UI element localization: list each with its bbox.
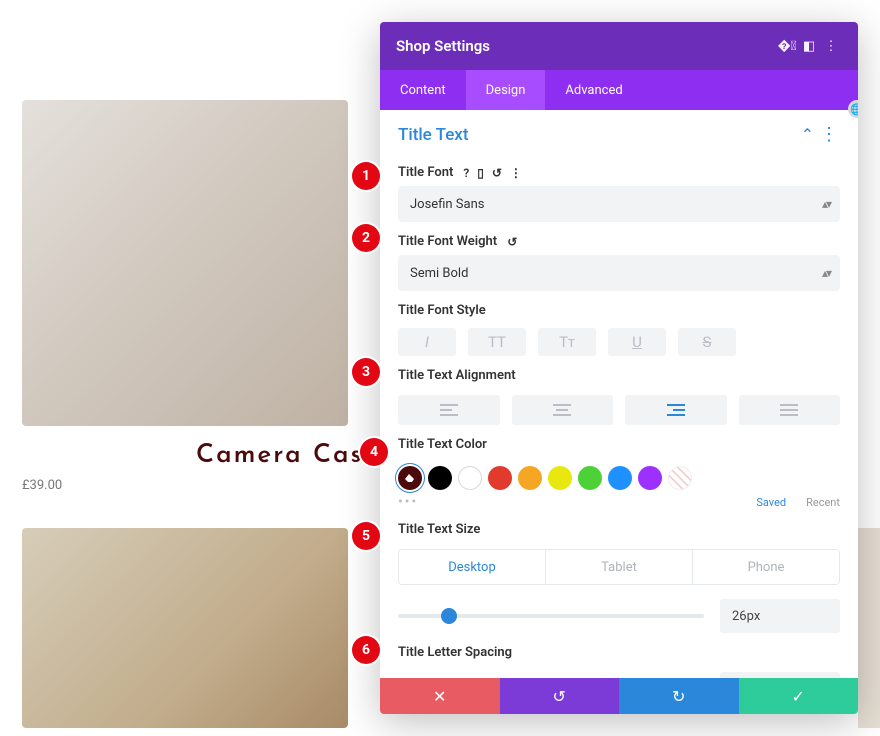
- product-image-2: [22, 528, 348, 728]
- style-button-row: I TT Tᴛ U S: [380, 324, 858, 356]
- color-swatch-yellow[interactable]: [548, 466, 572, 490]
- label-title-spacing-text: Title Letter Spacing: [398, 645, 512, 660]
- redo-button[interactable]: ↻: [619, 678, 739, 714]
- annotation-marker-4: 4: [360, 438, 388, 466]
- color-tab-saved[interactable]: Saved: [756, 496, 786, 509]
- focus-icon[interactable]: �⃞: [776, 39, 798, 54]
- style-strike-button[interactable]: S: [678, 328, 736, 356]
- label-title-font: Title Font ? ▯ ↺ ⋮: [380, 153, 858, 186]
- product-image-1: [22, 100, 348, 426]
- color-swatch-none[interactable]: [668, 466, 692, 490]
- color-tab-recent[interactable]: Recent: [806, 496, 840, 509]
- title-font-select[interactable]: Josefin Sans ▴▾: [398, 186, 840, 222]
- color-swatch-blue[interactable]: [608, 466, 632, 490]
- color-swatch-purple[interactable]: [638, 466, 662, 490]
- panel-title: Shop Settings: [396, 37, 776, 55]
- spacing-slider-row: 2px: [380, 666, 858, 678]
- color-swatch-black[interactable]: [428, 466, 452, 490]
- confirm-button[interactable]: ✓: [739, 678, 859, 714]
- layout-icon[interactable]: ◧: [798, 39, 820, 54]
- product-price: £39.00: [22, 478, 62, 493]
- color-swatch-row: [380, 458, 858, 490]
- style-uppercase-button[interactable]: TT: [468, 328, 526, 356]
- cancel-button[interactable]: ✕: [380, 678, 500, 714]
- label-title-size: Title Text Size: [380, 510, 858, 543]
- label-title-color-text: Title Text Color: [398, 437, 487, 452]
- tab-bar: Content Design Advanced: [380, 70, 858, 110]
- label-title-align: Title Text Alignment: [380, 356, 858, 389]
- panel-footer: ✕ ↺ ↻ ✓: [380, 678, 858, 714]
- color-swatch-white[interactable]: [458, 466, 482, 490]
- style-italic-button[interactable]: I: [398, 328, 456, 356]
- header-more-icon[interactable]: ⋮: [820, 39, 842, 54]
- section-header: Title Text ⌃ ⋮: [380, 110, 858, 153]
- color-swatch-orange[interactable]: [518, 466, 542, 490]
- label-title-style-text: Title Font Style: [398, 303, 486, 318]
- color-swatch-green[interactable]: [578, 466, 602, 490]
- annotation-marker-2: 2: [352, 224, 380, 252]
- size-slider-track[interactable]: [398, 614, 704, 618]
- label-title-font-text: Title Font: [398, 165, 453, 180]
- product-image-2-bg: [22, 528, 348, 728]
- globe-icon[interactable]: 🌐: [848, 100, 858, 118]
- section-title[interactable]: Title Text: [398, 125, 797, 145]
- label-title-weight-text: Title Font Weight: [398, 234, 497, 249]
- title-weight-select[interactable]: Semi Bold ▴▾: [398, 255, 840, 291]
- help-icon[interactable]: ?: [463, 166, 469, 180]
- color-swatch-custom[interactable]: [398, 466, 422, 490]
- align-left-button[interactable]: [398, 395, 500, 425]
- collapse-icon[interactable]: ⌃: [797, 125, 818, 144]
- label-title-style: Title Font Style: [380, 291, 858, 324]
- color-sub-row: ••• Saved Recent: [380, 490, 858, 510]
- align-row: [380, 389, 858, 425]
- undo-button[interactable]: ↺: [500, 678, 620, 714]
- label-title-color: Title Text Color: [380, 425, 858, 458]
- size-slider-knob[interactable]: [441, 608, 457, 624]
- device-tablet-tab[interactable]: Tablet: [545, 550, 692, 584]
- label-title-align-text: Title Text Alignment: [398, 368, 516, 383]
- label-title-size-text: Title Text Size: [398, 522, 480, 537]
- chevron-updown-icon: ▴▾: [822, 197, 830, 211]
- size-value-input[interactable]: 26px: [720, 599, 840, 633]
- product-image-1-bg: [22, 100, 348, 426]
- tab-advanced[interactable]: Advanced: [545, 70, 642, 110]
- style-underline-button[interactable]: U: [608, 328, 666, 356]
- panel-header: Shop Settings �⃞ ◧ ⋮: [380, 22, 858, 70]
- device-tabs: Desktop Tablet Phone: [398, 549, 840, 585]
- device-phone-tab[interactable]: Phone: [692, 550, 839, 584]
- title-weight-value: Semi Bold: [410, 266, 468, 281]
- reset-icon[interactable]: ↺: [492, 166, 502, 180]
- panel-body: Title Text ⌃ ⋮ Title Font ? ▯ ↺ ⋮ Josefi…: [380, 110, 858, 678]
- device-icon[interactable]: ▯: [477, 166, 484, 180]
- tab-content[interactable]: Content: [380, 70, 466, 110]
- align-justify-button[interactable]: [739, 395, 841, 425]
- tab-design[interactable]: Design: [466, 70, 546, 110]
- label-title-spacing: Title Letter Spacing: [380, 633, 858, 666]
- annotation-marker-3: 3: [352, 358, 380, 386]
- next-product-peek: [858, 528, 880, 728]
- reset-icon[interactable]: ↺: [507, 235, 517, 249]
- align-center-button[interactable]: [512, 395, 614, 425]
- chevron-updown-icon: ▴▾: [822, 266, 830, 280]
- color-more-icon[interactable]: •••: [398, 494, 418, 510]
- size-value-text: 26px: [732, 609, 760, 624]
- settings-panel: 🌐 Shop Settings �⃞ ◧ ⋮ Content Design Ad…: [380, 22, 858, 714]
- title-font-value: Josefin Sans: [410, 197, 484, 212]
- device-desktop-tab[interactable]: Desktop: [399, 550, 545, 584]
- more-icon[interactable]: ⋮: [510, 166, 522, 180]
- annotation-marker-5: 5: [352, 522, 380, 550]
- label-title-weight: Title Font Weight ↺: [380, 222, 858, 255]
- annotation-marker-1: 1: [352, 162, 380, 190]
- annotation-marker-6: 6: [352, 636, 380, 664]
- align-right-button[interactable]: [625, 395, 727, 425]
- size-slider-row: 26px: [380, 585, 858, 633]
- section-more-icon[interactable]: ⋮: [818, 124, 840, 145]
- product-title: Camera Case: [196, 442, 379, 469]
- color-swatch-red[interactable]: [488, 466, 512, 490]
- style-smallcaps-button[interactable]: Tᴛ: [538, 328, 596, 356]
